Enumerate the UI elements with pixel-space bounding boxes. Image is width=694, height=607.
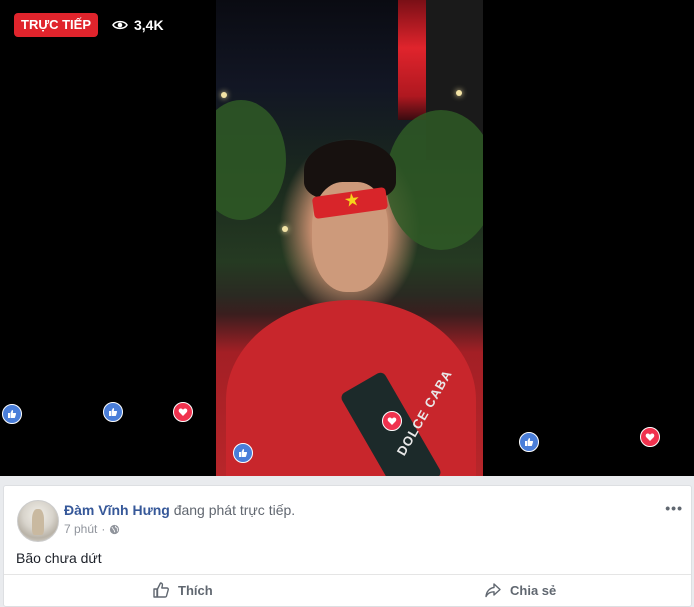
like-label: Thích	[178, 582, 213, 598]
viewer-count: 3,4K	[112, 13, 164, 37]
street-lamp	[456, 90, 462, 96]
post-action-text: đang phát trực tiếp.	[173, 502, 296, 518]
post-meta: 7 phút ·	[64, 522, 120, 536]
like-reaction-icon	[2, 404, 22, 424]
post-actions-bar: Thích Chia sẻ	[4, 574, 691, 607]
post-card: Đàm Vĩnh Hưng đang phát trực tiếp. 7 phú…	[3, 485, 692, 607]
red-lit-building	[398, 0, 426, 120]
viewer-count-value: 3,4K	[134, 17, 164, 33]
live-video-player[interactable]: DOLCE CABA ★ TRỰC TIẾP 3,4K	[0, 0, 694, 476]
share-button[interactable]: Chia sẻ	[484, 581, 556, 599]
thumbs-up-icon	[153, 582, 169, 598]
post-timestamp[interactable]: 7 phút	[64, 522, 97, 536]
love-reaction-icon	[382, 411, 402, 431]
street-lamp	[221, 92, 227, 98]
like-reaction-icon	[519, 432, 539, 452]
more-options-icon[interactable]: •••	[665, 500, 683, 516]
share-arrow-icon	[485, 583, 501, 598]
author-name-link[interactable]: Đàm Vĩnh Hưng	[64, 502, 170, 518]
globe-icon[interactable]	[109, 524, 120, 535]
avatar-figure	[32, 509, 44, 535]
tree	[216, 100, 286, 220]
avatar[interactable]	[17, 500, 59, 542]
like-button[interactable]: Thích	[152, 581, 213, 599]
flag-star-icon: ★	[342, 188, 362, 212]
like-reaction-icon	[233, 443, 253, 463]
share-label: Chia sẻ	[510, 582, 557, 598]
live-badge: TRỰC TIẾP	[14, 13, 99, 37]
video-frame: DOLCE CABA ★	[216, 0, 483, 476]
eye-icon	[112, 20, 128, 30]
post-body-text: Bão chưa dứt	[16, 550, 102, 566]
love-reaction-icon	[640, 427, 660, 447]
tree	[386, 110, 483, 250]
like-reaction-icon	[103, 402, 123, 422]
post-header: Đàm Vĩnh Hưng đang phát trực tiếp.	[64, 502, 295, 518]
meta-separator: ·	[101, 522, 106, 536]
street-lamp	[282, 226, 288, 232]
love-reaction-icon	[173, 402, 193, 422]
